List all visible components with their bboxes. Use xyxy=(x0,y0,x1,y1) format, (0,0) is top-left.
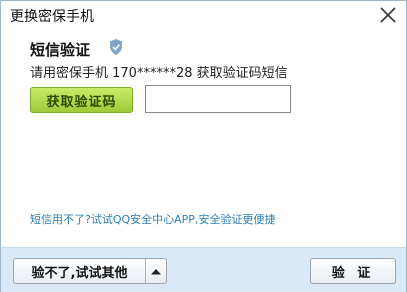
shield-icon xyxy=(109,39,123,55)
verification-code-input[interactable] xyxy=(145,85,291,113)
verify-button[interactable]: 验 证 xyxy=(310,258,396,284)
change-phone-dialog: 更换密保手机 短信验证 请用密保手机 170******28 获取验证码短信 获… xyxy=(0,0,407,292)
sms-verify-heading: 短信验证 xyxy=(30,41,91,59)
alt-method-button: 验不了,试试其他 xyxy=(13,258,167,284)
triangle-up-icon[interactable] xyxy=(146,259,166,283)
close-icon[interactable] xyxy=(378,5,398,25)
alt-method-label[interactable]: 验不了,试试其他 xyxy=(14,259,146,283)
qq-security-app-link[interactable]: 短信用不了?试试QQ安全中心APP,安全验证更便捷 xyxy=(30,211,275,227)
title-bar: 更换密保手机 xyxy=(1,1,406,29)
phone-description: 请用密保手机 170******28 获取验证码短信 xyxy=(30,66,288,81)
dialog-footer: 验不了,试试其他 验 证 xyxy=(1,247,406,292)
get-code-button[interactable]: 获取验证码 xyxy=(30,87,133,113)
dialog-title: 更换密保手机 xyxy=(10,9,94,25)
